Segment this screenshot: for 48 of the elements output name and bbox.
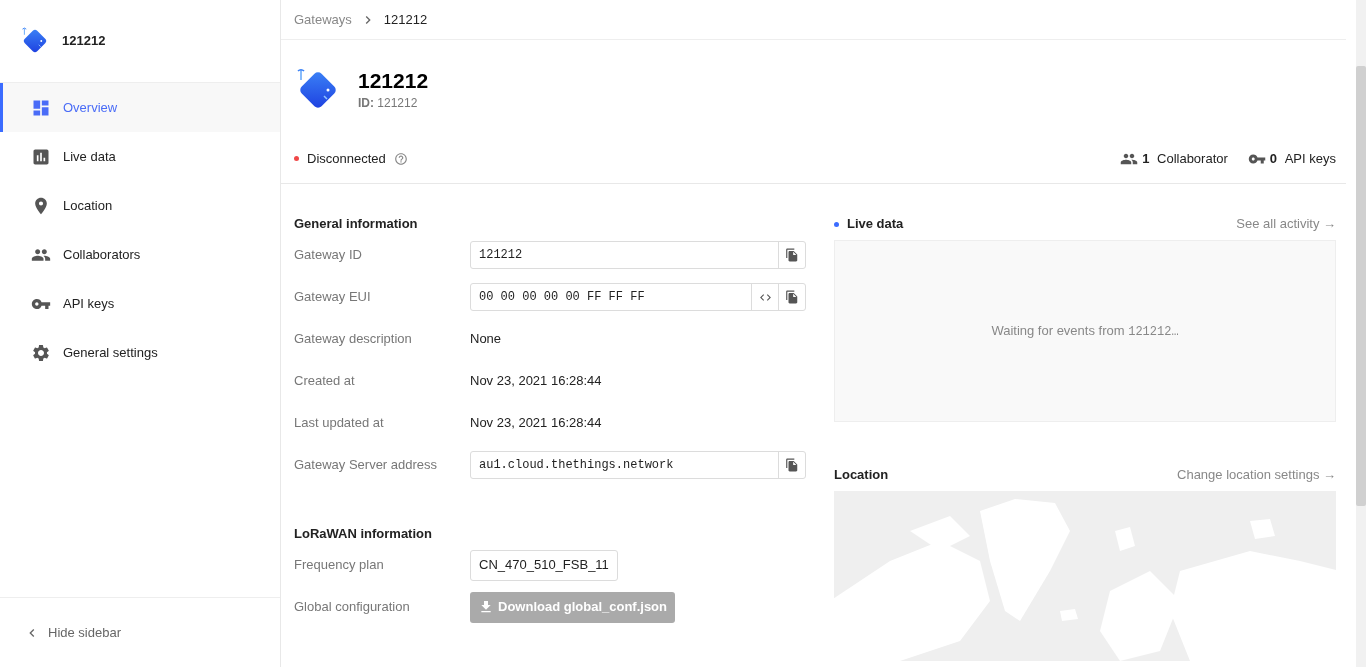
field-value: 00 00 00 00 00 FF FF FF: [478, 289, 646, 306]
sidebar-item[interactable]: Location: [0, 181, 280, 230]
field-value: 121212: [478, 247, 524, 264]
value-field[interactable]: 121212: [470, 241, 806, 269]
field-label: Gateway Server address: [294, 456, 439, 475]
gateway-id: ID: 121212: [358, 95, 419, 113]
field-label: Gateway EUI: [294, 288, 372, 307]
location-settings-link[interactable]: Change location settings →: [1177, 465, 1336, 485]
sidebar-title: 121212: [62, 32, 106, 51]
count-link[interactable]: 0 API keys: [1247, 148, 1336, 169]
settings-icon: [31, 342, 51, 363]
field-label: Gateway description: [294, 330, 413, 349]
sidebar-item[interactable]: API keys: [0, 279, 280, 328]
field-label: Global configuration: [294, 598, 411, 617]
field-value: au1.cloud.thethings.network: [478, 457, 675, 474]
status-label: Disconnected: [307, 149, 386, 168]
field-value: Nov 23, 2021 16:28:44: [470, 372, 602, 391]
copy-icon: [785, 458, 799, 472]
section-heading: Live data: [847, 215, 904, 234]
scrollbar-thumb[interactable]: [1356, 66, 1366, 506]
see-all-activity-link[interactable]: See all activity →: [1236, 214, 1336, 234]
value-field[interactable]: au1.cloud.thethings.network: [470, 451, 806, 479]
field-label: Created at: [294, 372, 356, 391]
field-label: Frequency plan: [294, 556, 385, 575]
help-icon[interactable]: [393, 151, 408, 166]
section-heading: Location: [834, 466, 889, 485]
frequency-plan-value: CN_470_510_FSB_11: [470, 549, 618, 581]
sidebar-item[interactable]: Collaborators: [0, 230, 280, 279]
field-label: Last updated at: [294, 414, 385, 433]
breadcrumb-link[interactable]: 121212: [383, 9, 428, 30]
copy-icon: [785, 248, 799, 262]
field-label: Gateway ID: [294, 246, 363, 265]
sidebar-item[interactable]: Overview: [0, 83, 280, 132]
section-heading: General information: [294, 215, 419, 233]
field-value: Nov 23, 2021 16:28:44: [470, 414, 602, 433]
copy-icon: [785, 290, 799, 304]
hide-sidebar-button[interactable]: Hide sidebar: [0, 597, 280, 667]
breadcrumb-link[interactable]: Gateways: [294, 9, 352, 30]
sidebar-item[interactable]: General settings: [0, 328, 280, 377]
sidebar-item[interactable]: Live data: [0, 132, 280, 181]
gateway-title: 121212: [358, 67, 429, 94]
waiting-message: Waiting for events from 121212…: [991, 322, 1179, 341]
scrollbar[interactable]: [1356, 0, 1366, 667]
value-field[interactable]: 00 00 00 00 00 FF FF FF: [470, 283, 806, 311]
download-icon: [478, 599, 494, 615]
section-heading: LoRaWAN information: [294, 525, 433, 543]
field-value: None: [470, 330, 502, 349]
count-link[interactable]: 1 Collaborator: [1120, 148, 1228, 169]
